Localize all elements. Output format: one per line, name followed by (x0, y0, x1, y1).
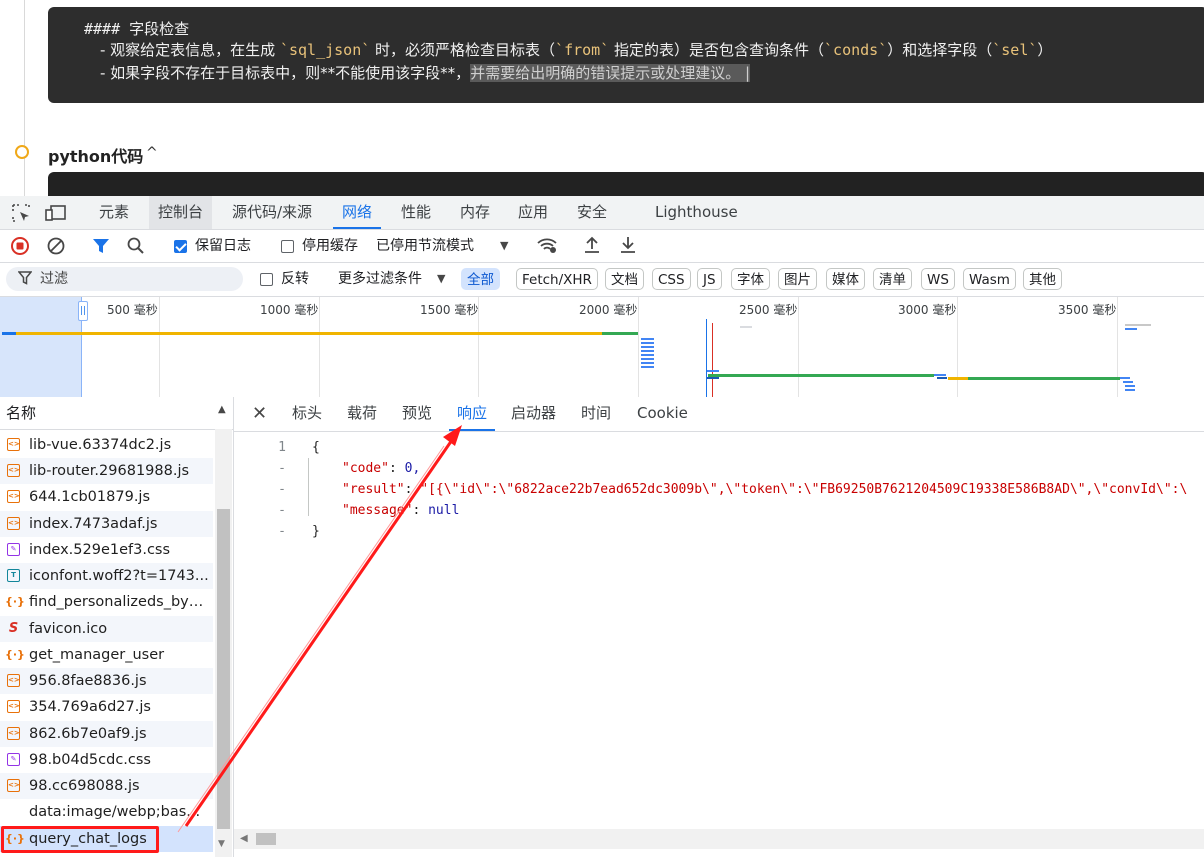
annotation-arrowhead (443, 425, 462, 446)
annotation-arrow (184, 439, 454, 827)
annotation-arrow-shadow (177, 445, 445, 833)
annotation-arrow-layer (177, 425, 462, 833)
